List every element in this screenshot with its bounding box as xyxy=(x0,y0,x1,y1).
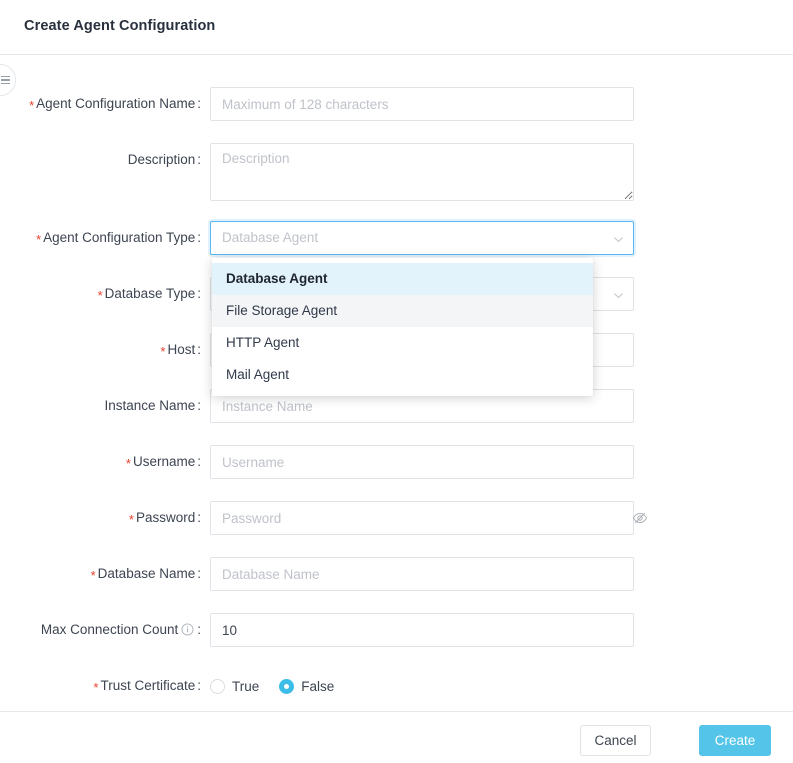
info-circle-icon[interactable] xyxy=(181,615,194,628)
cancel-button[interactable]: Cancel xyxy=(580,725,651,756)
field-row-agent-config-type: *Agent Configuration Type: Database Agen… xyxy=(0,221,660,255)
dialog-header: Create Agent Configuration xyxy=(0,0,793,55)
agent-config-type-value: Database Agent xyxy=(222,222,318,254)
agent-config-type-dropdown-menu: Database Agent File Storage Agent HTTP A… xyxy=(212,258,593,396)
label-password: *Password: xyxy=(0,501,210,535)
radio-label: True xyxy=(232,679,259,694)
trust-certificate-radio-group: True False xyxy=(210,669,660,703)
trust-certificate-radio-false[interactable]: False xyxy=(279,679,334,694)
label-agent-config-name: *Agent Configuration Name: xyxy=(0,87,210,121)
menu-icon xyxy=(1,76,10,85)
dropdown-option-mail-agent[interactable]: Mail Agent xyxy=(212,359,593,391)
agent-config-name-input[interactable] xyxy=(210,87,634,121)
field-row-username: *Username: xyxy=(0,445,660,479)
dialog-footer: Cancel Create xyxy=(0,711,793,763)
required-marker: * xyxy=(91,568,96,583)
description-textarea[interactable] xyxy=(210,143,634,201)
field-row-description: Description: xyxy=(0,143,660,203)
required-marker: * xyxy=(129,512,134,527)
label-max-connection-count: Max Connection Count: xyxy=(0,613,210,647)
eye-slash-icon[interactable] xyxy=(632,510,648,526)
field-row-password: *Password: xyxy=(0,501,660,535)
required-marker: * xyxy=(36,232,41,247)
required-marker: * xyxy=(93,680,98,695)
label-agent-config-type: *Agent Configuration Type: xyxy=(0,221,210,255)
required-marker: * xyxy=(29,98,34,113)
label-instance-name: Instance Name: xyxy=(0,389,210,423)
dropdown-option-database-agent[interactable]: Database Agent xyxy=(212,263,593,295)
dropdown-option-file-storage-agent[interactable]: File Storage Agent xyxy=(212,295,593,327)
field-row-trust-certificate: *Trust Certificate: True False xyxy=(0,669,660,703)
label-trust-certificate: *Trust Certificate: xyxy=(0,669,210,703)
field-row-max-connection-count: Max Connection Count: xyxy=(0,613,660,647)
password-input[interactable] xyxy=(210,501,634,535)
create-agent-configuration-dialog: Create Agent Configuration *Agent Config… xyxy=(0,0,793,763)
chevron-down-icon xyxy=(613,290,622,299)
radio-icon xyxy=(210,679,225,694)
radio-icon-checked xyxy=(279,679,294,694)
max-connection-count-input[interactable] xyxy=(210,613,634,647)
label-database-type: *Database Type: xyxy=(0,277,210,311)
page-title: Create Agent Configuration xyxy=(24,18,215,34)
create-button[interactable]: Create xyxy=(699,725,771,756)
agent-config-type-select[interactable]: Database Agent xyxy=(210,221,634,255)
database-name-input[interactable] xyxy=(210,557,634,591)
required-marker: * xyxy=(98,288,103,303)
field-row-agent-config-name: *Agent Configuration Name: xyxy=(0,87,660,121)
username-input[interactable] xyxy=(210,445,634,479)
radio-label: False xyxy=(301,679,334,694)
label-description: Description: xyxy=(0,143,210,177)
dropdown-option-http-agent[interactable]: HTTP Agent xyxy=(212,327,593,359)
field-row-database-name: *Database Name: xyxy=(0,557,660,591)
chevron-down-icon xyxy=(613,234,622,243)
required-marker: * xyxy=(126,456,131,471)
label-username: *Username: xyxy=(0,445,210,479)
label-host: *Host: xyxy=(0,333,210,367)
label-database-name: *Database Name: xyxy=(0,557,210,591)
required-marker: * xyxy=(160,344,165,359)
trust-certificate-radio-true[interactable]: True xyxy=(210,679,259,694)
